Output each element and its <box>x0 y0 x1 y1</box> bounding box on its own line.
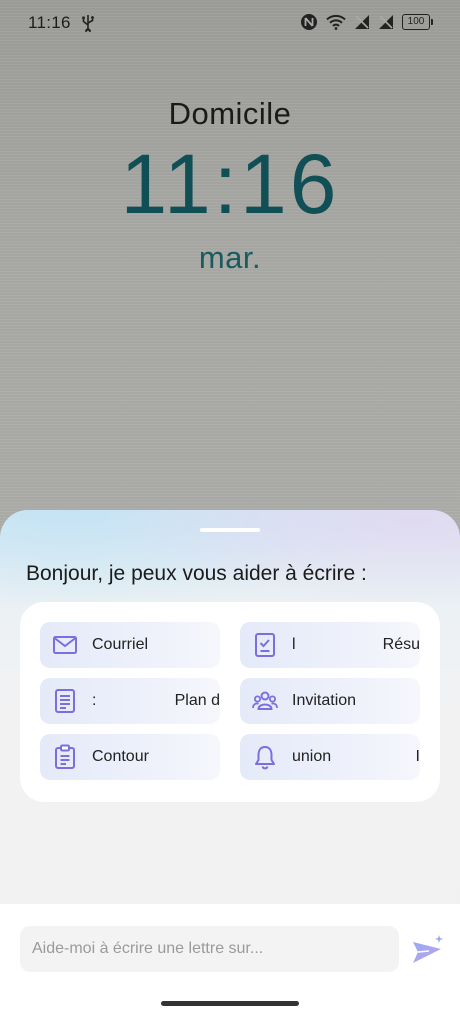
chip-courriel[interactable]: Courriel <box>40 622 220 668</box>
clock-location: Domicile <box>168 96 292 131</box>
wifi-icon <box>326 14 346 30</box>
no-signal-icon <box>355 15 369 29</box>
chip-label: Contour <box>92 748 149 765</box>
usb-icon <box>82 15 94 32</box>
chip-label-secondary: Résu <box>382 636 420 653</box>
prompt-input[interactable] <box>20 926 399 972</box>
status-bar: 11:16 100 <box>0 0 460 46</box>
chip-plan[interactable]: : Plan d <box>40 678 220 724</box>
chip-label-secondary: Plan d <box>174 692 220 709</box>
chip-label: : <box>92 692 97 709</box>
document-lines-icon <box>55 689 75 713</box>
chip-label: l <box>292 636 296 653</box>
chip-label-secondary: I <box>415 748 420 765</box>
lockscreen-wallpaper <box>0 0 460 560</box>
no-signal-icon <box>379 15 393 29</box>
chip-resume[interactable]: l Résu <box>240 622 420 668</box>
assistant-greeting: Bonjour, je peux vous aider à écrire : <box>26 562 367 585</box>
people-icon <box>252 691 278 710</box>
chip-label: Courriel <box>92 636 149 653</box>
status-time: 11:16 <box>28 13 71 32</box>
clock-time: 11:16 <box>120 137 340 231</box>
prompt-bar <box>0 904 460 1022</box>
chip-reunion[interactable]: union I <box>240 734 420 780</box>
chip-contour[interactable]: Contour <box>40 734 220 780</box>
send-sparkle-icon[interactable] <box>410 932 446 966</box>
sheet-drag-handle[interactable] <box>200 528 260 532</box>
lockscreen-clock: Domicile 11:16 mar. <box>0 96 460 276</box>
chip-invitation[interactable]: Invitation <box>240 678 420 724</box>
chip-label: Invitation <box>292 692 357 709</box>
battery-icon: 100 <box>402 14 433 30</box>
clipboard-icon <box>55 744 75 769</box>
home-gesture-bar[interactable] <box>161 1001 299 1006</box>
bell-icon <box>255 746 275 770</box>
suggestion-card: Courriel l Résu : Plan d Invitation Cont… <box>20 602 440 802</box>
nfc-icon <box>301 14 317 30</box>
chip-label: union <box>292 748 332 765</box>
status-icons: 100 <box>300 13 433 31</box>
checklist-icon <box>255 633 275 657</box>
clock-day: mar. <box>198 240 262 275</box>
envelope-icon <box>53 636 77 654</box>
